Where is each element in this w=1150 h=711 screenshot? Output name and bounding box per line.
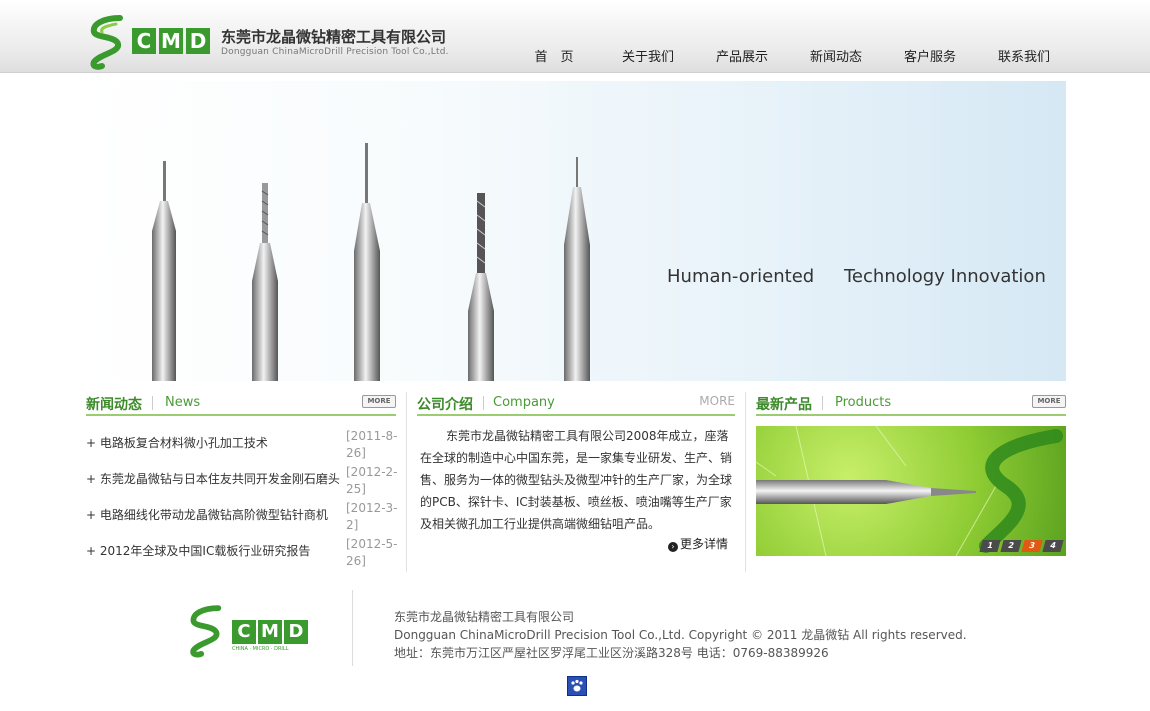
column-divider <box>745 392 746 572</box>
nav-item-service[interactable]: 客户服务 <box>883 46 977 65</box>
company-title-cn: 公司介绍 <box>417 397 473 413</box>
logo-letter: M <box>258 620 282 644</box>
company-more-link[interactable]: MORE <box>699 394 735 408</box>
more-details-label[interactable]: 更多详情 <box>680 537 728 551</box>
footer-copyright: Dongguan ChinaMicroDrill Precision Tool … <box>394 628 967 642</box>
company-title-en: Company <box>493 395 555 410</box>
logo-swirl-icon <box>90 15 123 70</box>
arrow-right-icon: › <box>668 542 678 552</box>
news-item-date: [2012-2-25] <box>346 465 398 496</box>
logo-letter: M <box>159 28 183 54</box>
news-item-date: [2012-3-2] <box>346 501 398 532</box>
news-item-title[interactable]: + 电路板复合材料微小孔加工技术 <box>86 434 342 451</box>
news-list-item[interactable]: + 电路板复合材料微小孔加工技术 [2011-8-26] <box>86 428 398 464</box>
logo-letter: D <box>284 620 308 644</box>
news-list-item[interactable]: + 东莞龙晶微钻与日本住友共同开发金刚石磨头 [2012-2-25] <box>86 464 398 500</box>
paw-icon <box>571 679 583 692</box>
nav-item-home[interactable]: 首 页 <box>507 46 601 65</box>
drill-bit-image <box>468 193 494 381</box>
drill-bit-image <box>354 143 380 381</box>
company-name-cn: 东莞市龙晶微钻精密工具有限公司 <box>221 28 447 46</box>
company-name-en: Dongguan ChinaMicroDrill Precision Tool … <box>221 47 449 57</box>
product-drill-image <box>756 426 1063 556</box>
more-details-link[interactable]: › 更多详情 <box>668 535 728 552</box>
news-item-date: [2012-5-26] <box>346 537 398 568</box>
baidu-paw-icon[interactable] <box>567 676 587 696</box>
slideshow-pager: 1 2 3 4 <box>979 540 1064 552</box>
hero-banner: Human-oriented Technology Innovation <box>86 81 1066 381</box>
nav-item-news[interactable]: 新闻动态 <box>789 46 883 65</box>
company-intro-text: 东莞市龙晶微钻精密工具有限公司2008年成立，座落在全球的制造中心中国东莞，是一… <box>420 429 733 531</box>
slide-page-button[interactable]: 4 <box>1042 540 1064 552</box>
news-item-date: [2011-8-26] <box>346 429 398 460</box>
footer-logo-letters: C M D <box>232 620 308 644</box>
products-title-en: Products <box>835 395 892 410</box>
logo-swirl-icon <box>190 605 222 658</box>
news-title-en: News <box>165 395 201 410</box>
news-item-title[interactable]: + 电路细线化带动龙晶微钻高阶微型钻针商机 <box>86 506 342 523</box>
logo-letter: C <box>132 28 156 54</box>
nav-item-products[interactable]: 产品展示 <box>695 46 789 65</box>
slide-page-button-active[interactable]: 3 <box>1021 540 1043 552</box>
news-list-item[interactable]: + 2012年全球及中国IC载板行业研究报告 [2012-5-26] <box>86 536 398 572</box>
drill-bit-image <box>564 157 590 381</box>
news-section-header: 新闻动态 News MORE <box>86 392 396 416</box>
header-divider <box>822 396 823 410</box>
drill-bit-image <box>252 183 278 381</box>
products-title-cn: 最新产品 <box>756 397 812 413</box>
logo-cmd-letters: C M D <box>132 28 210 54</box>
banner-slogan-left: Human-oriented <box>667 266 815 287</box>
drill-bit-image <box>152 161 176 381</box>
footer-logo-tagline: CHINA · MICRO · DRILL <box>232 646 289 652</box>
news-item-title[interactable]: + 2012年全球及中国IC载板行业研究报告 <box>86 542 342 559</box>
nav-item-contact[interactable]: 联系我们 <box>977 46 1071 65</box>
news-list-item[interactable]: + 电路细线化带动龙晶微钻高阶微型钻针商机 [2012-3-2] <box>86 500 398 536</box>
company-section-header: 公司介绍 Company MORE <box>417 392 735 416</box>
company-logo[interactable]: C M D 东莞市龙晶微钻精密工具有限公司 Dongguan ChinaMicr… <box>86 14 456 70</box>
slide-page-button[interactable]: 2 <box>1000 540 1022 552</box>
footer-divider <box>352 590 353 666</box>
slide-page-button[interactable]: 1 <box>979 540 1001 552</box>
footer-address: 地址：东莞市万江区严屋社区罗浮尾工业区汾溪路328号 电话：0769-88389… <box>394 646 829 660</box>
news-more-button[interactable]: MORE <box>362 395 396 408</box>
header-divider <box>483 396 484 410</box>
nav-item-about[interactable]: 关于我们 <box>601 46 695 65</box>
news-item-title[interactable]: + 东莞龙晶微钻与日本住友共同开发金刚石磨头 <box>86 470 342 487</box>
banner-slogan-right: Technology Innovation <box>844 266 1046 287</box>
logo-letter: C <box>232 620 256 644</box>
main-nav: 首 页 关于我们 产品展示 新闻动态 客户服务 联系我们 <box>507 46 1071 65</box>
footer-logo: C M D CHINA · MICRO · DRILL <box>186 604 316 660</box>
header-divider <box>152 396 153 410</box>
logo-letter: D <box>186 28 210 54</box>
header-bar: C M D 东莞市龙晶微钻精密工具有限公司 Dongguan ChinaMicr… <box>0 0 1150 73</box>
products-more-button[interactable]: MORE <box>1032 395 1066 408</box>
column-divider <box>406 392 407 572</box>
news-title-cn: 新闻动态 <box>86 397 142 413</box>
products-section-header: 最新产品 Products MORE <box>756 392 1066 416</box>
product-slideshow[interactable]: 1 2 3 4 <box>756 426 1066 556</box>
footer-company-name: 东莞市龙晶微钻精密工具有限公司 <box>394 610 575 624</box>
